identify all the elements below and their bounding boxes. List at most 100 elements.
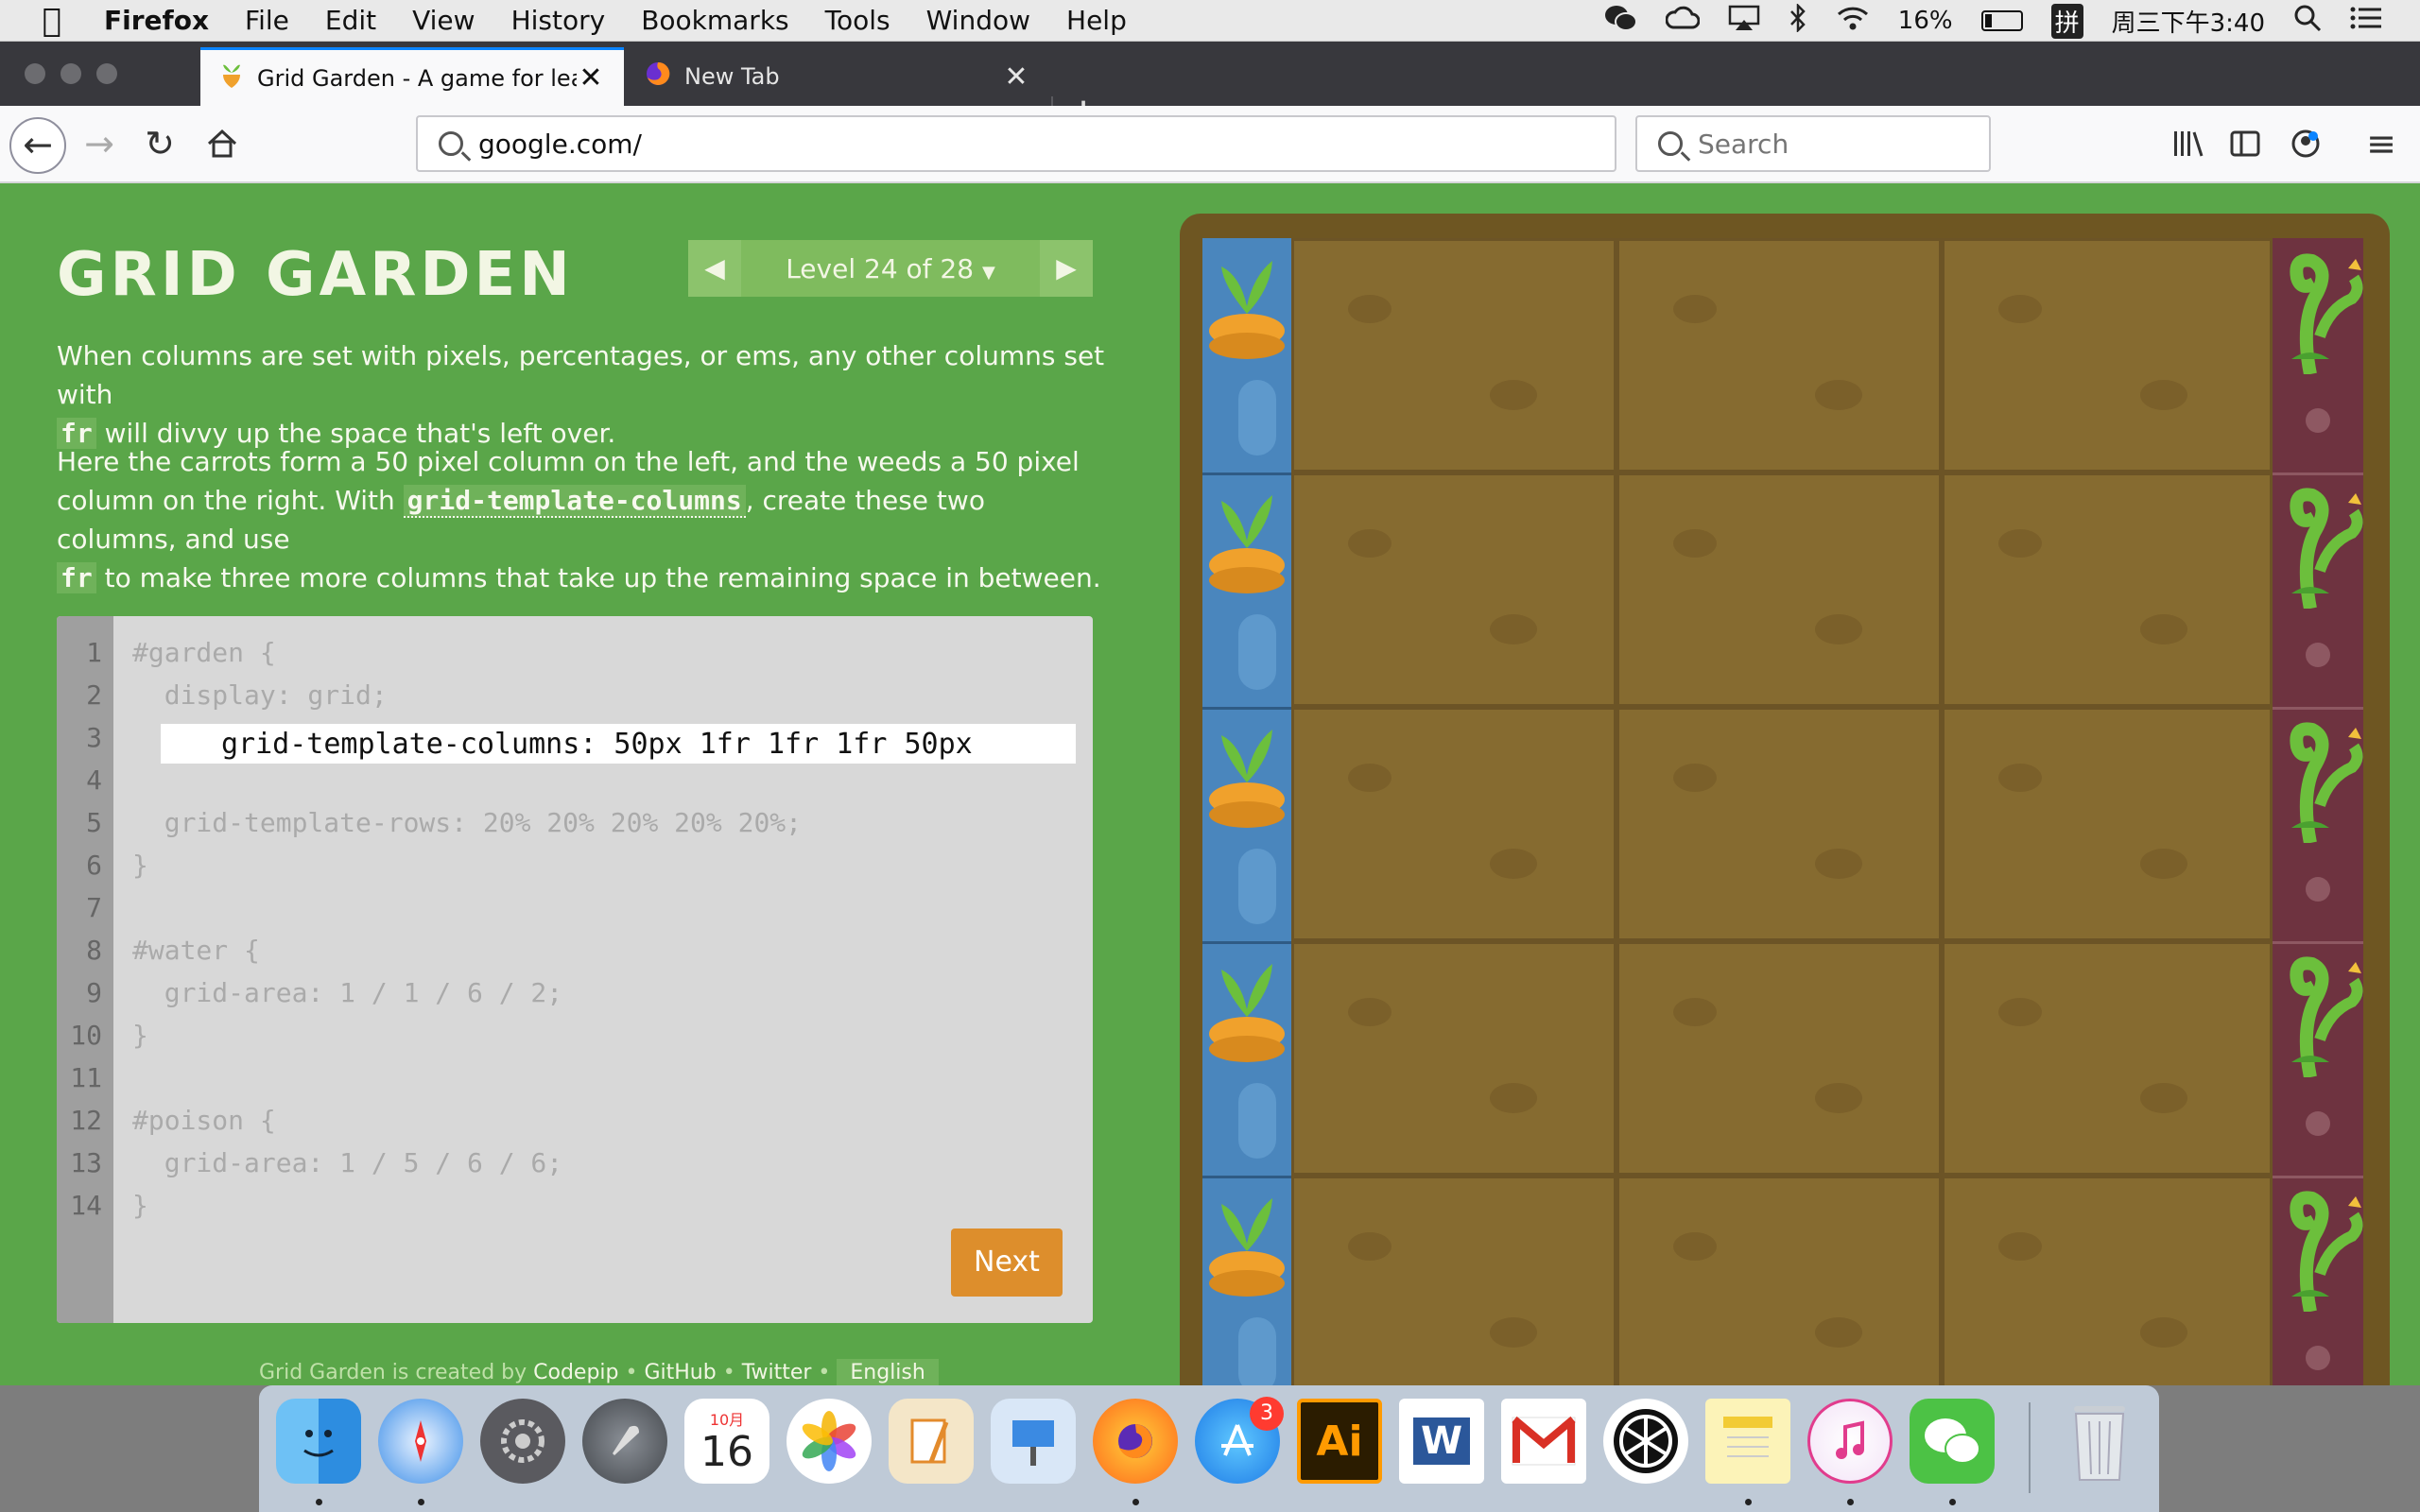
word-icon[interactable]: W [1399, 1399, 1484, 1484]
search-bar[interactable] [1635, 115, 1991, 172]
window-close-button[interactable] [25, 63, 45, 84]
instructions-text: to make three more columns that take up … [95, 562, 1101, 593]
search-input[interactable] [1698, 128, 1962, 160]
apple-menu-icon[interactable]:  [0, 2, 104, 40]
poison-spot [2306, 1111, 2330, 1136]
finder-icon[interactable] [276, 1399, 361, 1484]
menu-window[interactable]: Window [926, 5, 1030, 36]
menu-help[interactable]: Help [1066, 5, 1127, 36]
url-bar[interactable]: google.com/ [416, 115, 1616, 172]
trash-icon[interactable] [2057, 1399, 2142, 1484]
notes-icon[interactable] [1705, 1399, 1790, 1484]
code-line: #garden { [132, 637, 276, 668]
window-zoom-button[interactable] [96, 63, 117, 84]
pages-icon[interactable] [889, 1399, 974, 1484]
soil-dot [2140, 380, 2187, 410]
line-number: 1 [86, 637, 102, 668]
previous-level-arrow-icon[interactable]: ◀ [688, 240, 741, 297]
soil-dot [1998, 529, 2042, 558]
water-cell-border [1202, 707, 1291, 710]
back-arrow-icon[interactable]: ← [9, 117, 66, 174]
soil-cell [1616, 472, 1942, 707]
menu-file[interactable]: File [245, 5, 289, 36]
forward-arrow-icon[interactable]: → [76, 117, 123, 170]
line-number: 12 [70, 1105, 102, 1136]
photos-icon[interactable] [786, 1399, 872, 1484]
keynote-icon[interactable] [991, 1399, 1076, 1484]
weed-icon [2273, 242, 2363, 376]
spotlight-icon[interactable] [2293, 4, 2322, 39]
gmail-icon[interactable] [1501, 1399, 1586, 1484]
firefox-icon[interactable] [1093, 1399, 1178, 1484]
notification-center-icon[interactable] [2350, 6, 2382, 37]
level-navigator: ◀ Level 24 of 28 ▼ ▶ [688, 240, 1093, 297]
menu-tools[interactable]: Tools [825, 5, 890, 36]
word-label: W [1412, 1418, 1471, 1465]
tab-label: New Tab [684, 63, 780, 90]
language-selector[interactable]: English [837, 1359, 939, 1385]
soil-cell [1616, 707, 1942, 941]
wechat-icon[interactable] [1910, 1399, 1995, 1484]
calendar-day: 16 [700, 1428, 753, 1476]
system-preferences-icon[interactable] [480, 1399, 565, 1484]
next-level-arrow-icon[interactable]: ▶ [1040, 240, 1093, 297]
menu-bookmarks[interactable]: Bookmarks [641, 5, 788, 36]
soil-dot [1673, 1232, 1717, 1261]
tab-grid-garden[interactable]: Grid Garden - A game for learni ✕ [200, 47, 624, 106]
wifi-icon[interactable] [1836, 5, 1870, 38]
input-method-icon[interactable]: 拼 [2050, 3, 2083, 39]
soil-dot [1490, 1083, 1537, 1113]
tab-close-icon[interactable]: ✕ [577, 61, 605, 94]
twitter-link[interactable]: Twitter [742, 1361, 812, 1384]
property-help-link[interactable]: grid-template-columns [403, 485, 746, 518]
account-icon[interactable] [2282, 117, 2329, 170]
airplay-icon[interactable] [1728, 5, 1760, 38]
calendar-icon[interactable]: 10月 16 [684, 1399, 769, 1484]
capture-app-icon[interactable] [1603, 1399, 1688, 1484]
launchpad-icon[interactable] [582, 1399, 667, 1484]
tab-new-tab[interactable]: New Tab ✕ [626, 47, 1049, 106]
line-number: 6 [86, 850, 102, 881]
itunes-icon[interactable] [1807, 1399, 1893, 1484]
menu-history[interactable]: History [511, 5, 606, 36]
weed-icon [2273, 1179, 2363, 1314]
battery-icon[interactable] [1980, 10, 2023, 31]
illustrator-icon[interactable]: Ai [1297, 1399, 1382, 1484]
codepip-link[interactable]: Codepip [533, 1361, 618, 1384]
library-icon[interactable] [2165, 117, 2212, 170]
soil-dot [1815, 849, 1862, 879]
code-line: grid-area: 1 / 1 / 6 / 2; [132, 977, 563, 1008]
running-indicator [1847, 1499, 1854, 1505]
css-answer-input[interactable] [161, 724, 1076, 764]
next-button[interactable]: Next [951, 1228, 1063, 1297]
menu-view[interactable]: View [412, 5, 475, 36]
code-line: grid-area: 1 / 5 / 6 / 6; [132, 1147, 563, 1178]
bluetooth-icon[interactable] [1789, 2, 1807, 39]
soil-cell [1291, 472, 1616, 707]
water-wave [1238, 849, 1276, 924]
poison-cell-border [2273, 472, 2363, 475]
soil-cell [1616, 1176, 1942, 1385]
soil-cell [1942, 941, 2273, 1176]
hamburger-menu-icon[interactable]: ≡ [2358, 117, 2405, 170]
safari-icon[interactable] [378, 1399, 463, 1484]
home-icon[interactable] [199, 117, 246, 170]
calendar-month: 10月 [709, 1411, 745, 1429]
sidebar-icon[interactable] [2221, 117, 2269, 170]
creative-cloud-icon[interactable] [1665, 5, 1701, 38]
weed-icon [2273, 711, 2363, 845]
search-icon [1658, 131, 1683, 156]
menu-edit[interactable]: Edit [325, 5, 376, 36]
clock[interactable]: 周三下午3:40 [2112, 4, 2265, 39]
window-minimize-button[interactable] [60, 63, 81, 84]
menu-app-name[interactable]: Firefox [104, 5, 209, 36]
url-text[interactable]: google.com/ [478, 129, 642, 160]
poison-cell-border [2273, 1176, 2363, 1178]
running-indicator [1949, 1499, 1956, 1505]
soil-cell [1291, 941, 1616, 1176]
github-link[interactable]: GitHub [644, 1361, 716, 1384]
wechat-status-icon[interactable] [1603, 4, 1637, 39]
reload-icon[interactable]: ↻ [136, 117, 183, 170]
level-dropdown[interactable]: Level 24 of 28 ▼ [741, 253, 1040, 284]
tab-close-icon[interactable]: ✕ [1002, 60, 1030, 94]
